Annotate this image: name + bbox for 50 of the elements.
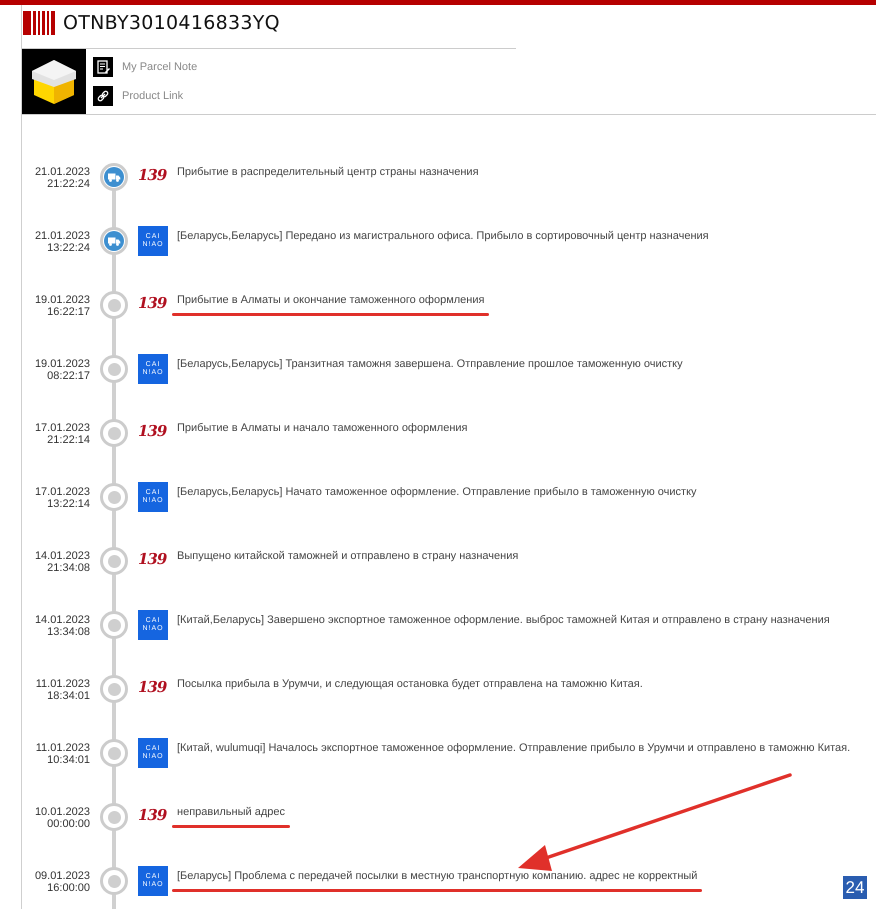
event-description: Прибытие в Алматы и окончание таможенного оформления — [177, 294, 484, 306]
note-icon — [93, 57, 113, 77]
event-time: 10:34:01 — [46, 754, 90, 766]
event-description: неправильный адрес — [177, 806, 285, 818]
event-date: 11.01.2023 — [34, 742, 90, 754]
parcel-link[interactable]: My Parcel Note — [122, 61, 198, 73]
event-date: 09.01.2023 — [34, 870, 90, 882]
event-description: [Беларусь,Беларусь] Передано из магистрального офиса. Прибыло в сортировочный центр назначения — [177, 230, 709, 242]
page-badge: 24 — [843, 876, 867, 899]
event-time: 16:22:17 — [46, 306, 90, 318]
event-date: 19.01.2023 — [34, 294, 90, 306]
barcode-icon — [23, 10, 56, 34]
event-description: Прибытие в Алматы и начало таможенного оформления — [177, 422, 468, 434]
carrier-logo: 139 — [138, 678, 166, 696]
event-time: 13:34:08 — [46, 626, 90, 638]
carrier-logo: 139 — [138, 550, 166, 568]
event-description: [Беларусь] Проблема с передачей посылки в местную транспортную компанию. адрес не корректный — [177, 870, 698, 882]
event-date: 14.01.2023 — [34, 614, 90, 626]
event-time: 08:22:17 — [46, 370, 90, 382]
event-date: 17.01.2023 — [34, 422, 90, 434]
event-time: 21:22:24 — [46, 178, 90, 190]
event-date: 14.01.2023 — [34, 550, 90, 562]
event-description: [Беларусь,Беларусь] Транзитная таможня завершена. Отправление прошлое таможенную очистку — [177, 358, 683, 370]
event-time: 13:22:14 — [46, 498, 90, 510]
carrier-logo: 139 — [138, 422, 166, 440]
link-icon — [93, 86, 113, 106]
tracking-number: OTNBY3010416833YQ — [63, 12, 280, 34]
event-date: 11.01.2023 — [34, 678, 90, 690]
parcel-link[interactable]: Product Link — [122, 90, 184, 102]
event-description: Выпущено китайской таможней и отправлено в страну назначения — [177, 550, 518, 562]
event-description: [Китай, wulumuqi] Началось экспортное таможенное оформление. Отправление прибыло в Урумчи и отправлено в таможню Китая. — [177, 742, 850, 754]
event-time: 13:22:24 — [46, 242, 90, 254]
carrier-logo: 139 — [138, 806, 166, 824]
event-description: Посылка прибыла в Урумчи, и следующая остановка будет отправлена на таможню Китая. — [177, 678, 643, 690]
carrier-logo: 139 — [138, 294, 166, 312]
event-date: 19.01.2023 — [34, 358, 90, 370]
event-description: Прибытие в распределительный центр страны назначения — [177, 166, 479, 178]
event-time: 00:00:00 — [46, 818, 90, 830]
event-description: [Китай,Беларусь] Завершено экспортное таможенное оформление. выброс таможней Китая и отправлено в страну назначения — [177, 614, 830, 626]
event-date: 17.01.2023 — [34, 486, 90, 498]
event-date: 21.01.2023 — [34, 166, 90, 178]
event-date: 10.01.2023 — [34, 806, 90, 818]
event-time: 16:00:00 — [46, 882, 90, 894]
event-time: 21:34:08 — [46, 562, 90, 574]
event-date: 21.01.2023 — [34, 230, 90, 242]
carrier-logo: 139 — [138, 166, 166, 184]
event-description: [Беларусь,Беларусь] Начато таможенное оформление. Отправление прибыло в таможенную очистку — [177, 486, 697, 498]
parcel-box-icon — [22, 49, 86, 114]
event-time: 21:22:14 — [46, 434, 90, 446]
event-time: 18:34:01 — [46, 690, 90, 702]
